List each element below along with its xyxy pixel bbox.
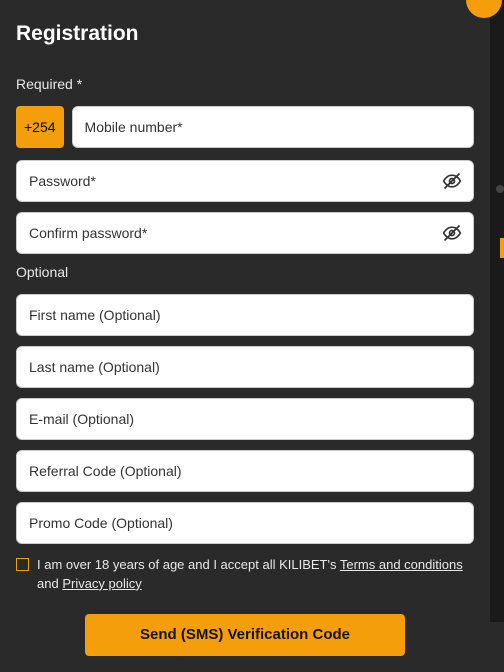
last-name-input[interactable] (16, 346, 474, 388)
mobile-number-input[interactable] (72, 106, 474, 148)
eye-off-icon[interactable] (442, 223, 462, 243)
consent-mid: and (37, 576, 62, 591)
required-label: Required * (16, 76, 474, 92)
consent-text: I am over 18 years of age and I accept a… (37, 556, 474, 594)
email-input[interactable] (16, 398, 474, 440)
terms-link[interactable]: Terms and conditions (340, 557, 463, 572)
age-consent-checkbox[interactable] (16, 558, 29, 571)
registration-modal: ✕ Registration Required * +254 Optional (0, 0, 490, 672)
promo-code-input[interactable] (16, 502, 474, 544)
referral-code-input[interactable] (16, 450, 474, 492)
right-accent-bar (500, 238, 504, 258)
send-verification-button[interactable]: Send (SMS) Verification Code (85, 614, 405, 656)
optional-label: Optional (16, 264, 474, 280)
phone-prefix[interactable]: +254 (16, 106, 64, 148)
eye-off-icon[interactable] (442, 171, 462, 191)
privacy-link[interactable]: Privacy policy (62, 576, 141, 591)
right-dot (496, 185, 504, 193)
background-strip (490, 0, 504, 622)
consent-pre: I am over 18 years of age and I accept a… (37, 557, 340, 572)
confirm-password-input[interactable] (16, 212, 474, 254)
page-title: Registration (16, 22, 474, 46)
first-name-input[interactable] (16, 294, 474, 336)
password-input[interactable] (16, 160, 474, 202)
